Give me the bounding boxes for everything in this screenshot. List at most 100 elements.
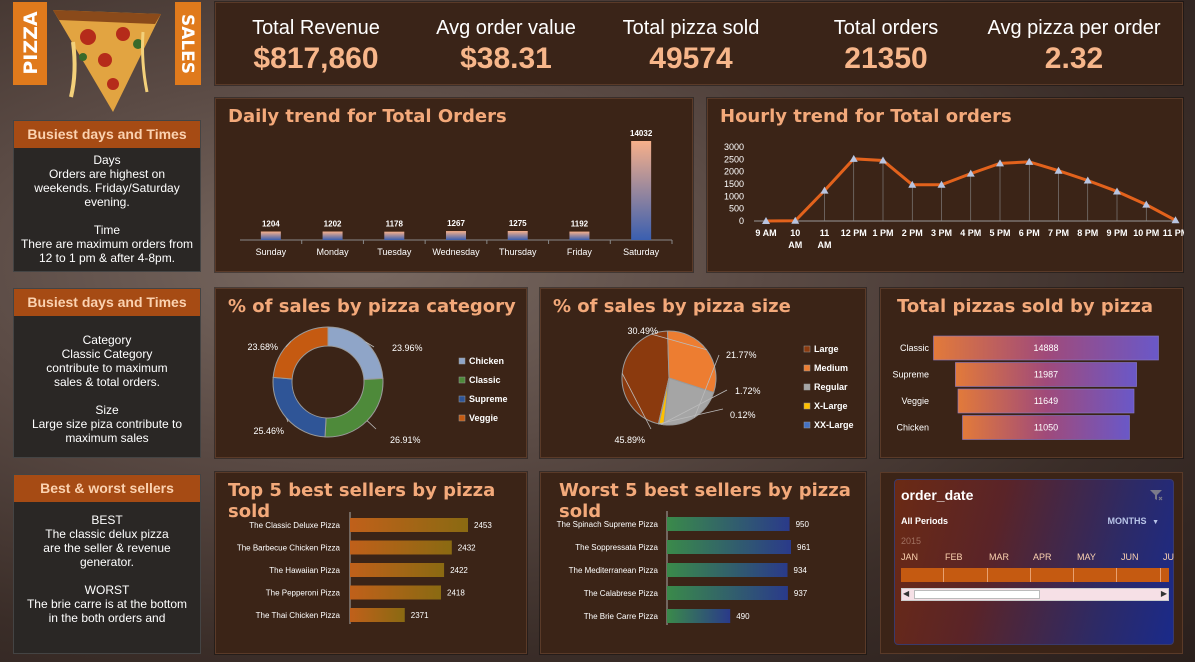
y-tick-label: The Spinach Supreme Pizza <box>557 520 659 529</box>
note-line: are the seller & revenue <box>43 541 171 555</box>
kpi-avg-pizza-per-order: Avg pizza per order 2.32 <box>974 3 1174 76</box>
note-body: Category Classic Category contribute to … <box>14 333 200 445</box>
data-label: 1178 <box>386 220 404 229</box>
month-label[interactable]: MAY <box>1077 552 1096 562</box>
hourly-trend-chart: 0 500 1000 1500 2000 2500 3000 9 AM 10 AM 11 AM 12 P… <box>724 142 1184 250</box>
month-label[interactable]: MAR <box>989 552 1009 562</box>
y-tick-label: 2500 <box>724 154 744 164</box>
kpi-value: $817,860 <box>253 42 379 75</box>
data-label: 14032 <box>630 129 653 138</box>
scroll-left-icon[interactable]: ◀ <box>903 589 909 598</box>
data-label: 1202 <box>324 220 342 229</box>
data-label: 11649 <box>1034 396 1058 406</box>
slicer-unit-label: MONTHS <box>1107 516 1147 526</box>
data-label: 1192 <box>571 220 589 229</box>
legend-swatch <box>803 364 811 372</box>
x-tick-label: Sunday <box>256 247 287 257</box>
data-label: 45.89% <box>614 435 645 445</box>
note-line: 12 to 1 pm & after 4-8pm. <box>38 251 176 265</box>
month-label[interactable]: JUN <box>1121 552 1139 562</box>
kpi-value: 21350 <box>844 42 928 75</box>
note-line: Time <box>93 223 121 237</box>
logo-sales-text: SALES <box>177 13 197 75</box>
bar <box>569 231 590 240</box>
pizzas-panel: Total pizzas sold by pizza Classic 14888 S… <box>880 288 1183 458</box>
kpi-total-orders: Total orders 21350 <box>786 3 986 76</box>
slicer-months: JAN FEB MAR APR MAY JUN JU <box>901 552 1174 564</box>
scroll-thumb[interactable] <box>914 590 1040 599</box>
note-line: WORST <box>84 583 130 597</box>
category-panel: % of sales by pizza category 23.96% 26.91… <box>215 288 527 458</box>
daily-trend-panel: Daily trend for Total Orders 1204 Sunday 1… <box>215 98 693 272</box>
slice <box>324 377 384 438</box>
note-line: Classic Category <box>61 347 153 361</box>
slicer-period: All Periods <box>901 516 949 526</box>
legend-swatch <box>458 376 466 384</box>
scroll-right-icon[interactable]: ▶ <box>1161 589 1167 598</box>
y-tick-label: The Thai Chicken Pizza <box>256 611 341 620</box>
x-tick-label: 11 <box>820 228 830 238</box>
bar <box>667 540 791 554</box>
data-label: 0.12% <box>730 410 756 420</box>
x-tick-label: 12 PM <box>841 228 867 238</box>
month-label[interactable]: FEB <box>945 552 963 562</box>
hourly-trend-panel: Hourly trend for Total orders 0 500 1000 15… <box>707 98 1184 272</box>
order-date-slicer[interactable]: order_date All Periods MONTHS ▼ 2015 JAN… <box>880 472 1183 654</box>
data-label: 23.68% <box>247 342 278 352</box>
data-label: 14888 <box>1033 343 1058 353</box>
x-tick-label: 1 PM <box>872 228 893 238</box>
slicer-timeline-bar[interactable] <box>901 568 1169 582</box>
slicer-title: order_date <box>901 487 974 503</box>
bar <box>667 609 731 623</box>
data-label: 1204 <box>262 220 280 229</box>
bar <box>446 231 466 240</box>
x-tick-label: Thursday <box>499 247 537 257</box>
size-pie-chart: 45.89% 30.49% 21.77% 1.72% 0.12% Large Medium R… <box>614 326 854 445</box>
slicer-inner: order_date All Periods MONTHS ▼ 2015 JAN… <box>894 479 1174 645</box>
bar <box>322 231 343 240</box>
kpi-label: Total orders <box>833 17 939 39</box>
month-label[interactable]: APR <box>1033 552 1052 562</box>
x-tick-label: Saturday <box>623 247 660 257</box>
data-label: 961 <box>797 543 811 552</box>
legend-swatch <box>458 395 466 403</box>
data-label: 23.96% <box>392 343 423 353</box>
bar <box>667 563 788 577</box>
legend-label: Large <box>814 344 839 354</box>
note-best-worst: Best & worst sellers BEST The classic de… <box>13 474 201 654</box>
note-busiest-days: Busiest days and Times Days Orders are h… <box>13 120 201 272</box>
clear-filter-icon[interactable] <box>1149 488 1163 502</box>
x-tick-label: Friday <box>567 247 593 257</box>
y-tick-label: 500 <box>729 204 744 214</box>
month-label[interactable]: JAN <box>901 552 918 562</box>
y-tick-label: 1000 <box>724 191 744 201</box>
data-label: 11987 <box>1034 370 1058 380</box>
worst5-panel: Worst 5 best sellers by pizza sold The S… <box>540 472 866 654</box>
month-label[interactable]: JU <box>1163 552 1174 562</box>
data-label: 1275 <box>509 219 527 228</box>
legend-label: XX-Large <box>814 420 854 430</box>
kpi-value: 2.32 <box>1044 42 1104 75</box>
note-body: BEST The classic delux pizza are the sel… <box>14 513 200 625</box>
x-tick-label: Monday <box>317 247 350 257</box>
data-label: 11050 <box>1034 423 1058 433</box>
kpi-value: $38.31 <box>460 42 552 75</box>
size-panel: % of sales by pizza size 45.89% 30.49% 21.… <box>540 288 866 458</box>
note-line: Days <box>93 153 121 167</box>
data-label: 937 <box>794 589 808 598</box>
leader-line <box>366 420 377 430</box>
kpi-value: 49574 <box>649 42 733 75</box>
chevron-down-icon: ▼ <box>1152 519 1159 526</box>
x-tick-label: 8 PM <box>1077 228 1098 238</box>
data-label: 2453 <box>474 521 492 530</box>
data-label: 2432 <box>458 544 476 553</box>
kpi-label: Total Revenue <box>252 17 380 39</box>
y-tick-label: The Calabrese Pizza <box>584 589 659 598</box>
note-line: There are maximum orders from <box>20 237 194 251</box>
y-tick-label: The Soppressata Pizza <box>575 543 658 552</box>
x-tick-label: 7 PM <box>1048 228 1069 238</box>
x-tick-label: 9 PM <box>1106 228 1127 238</box>
legend-swatch <box>458 357 466 365</box>
slicer-scrollbar[interactable]: ◀ ▶ <box>901 588 1169 601</box>
slicer-unit-dropdown[interactable]: MONTHS ▼ <box>1108 516 1159 526</box>
